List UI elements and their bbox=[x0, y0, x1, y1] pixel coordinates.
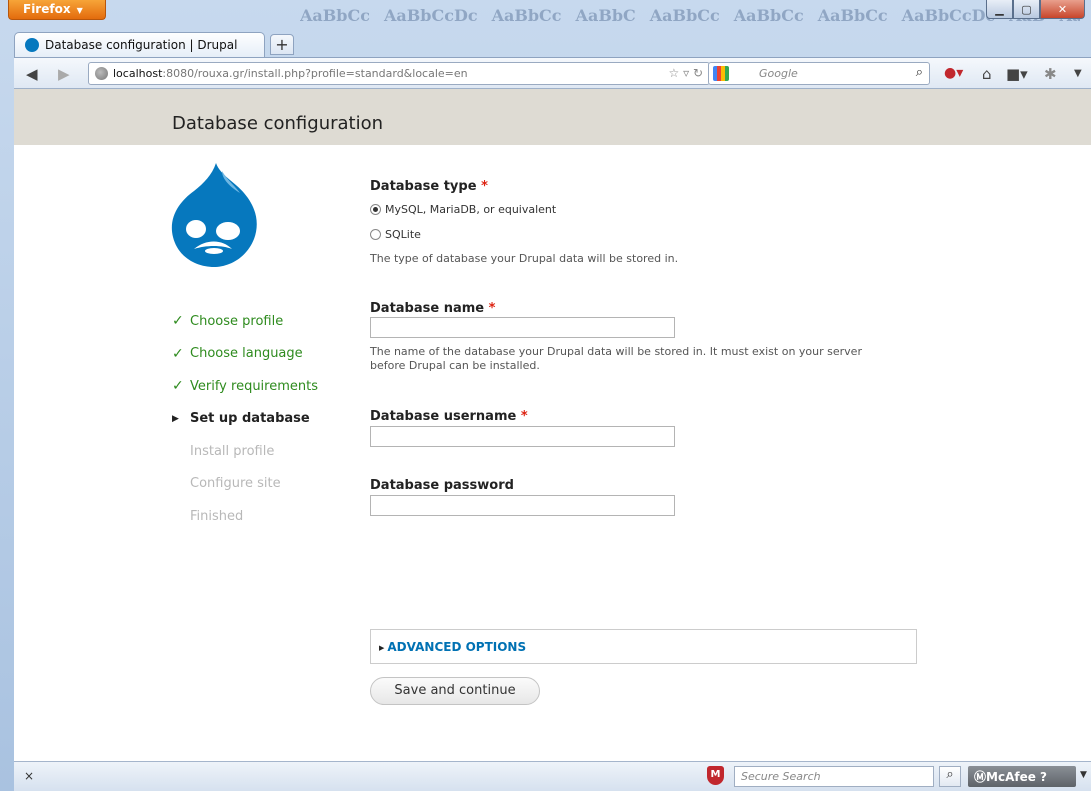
mcafee-button[interactable]: ⓂMcAfee ? bbox=[968, 766, 1076, 787]
minimize-button[interactable]: ▁ bbox=[986, 0, 1013, 19]
db-password-label: Database password bbox=[370, 478, 514, 493]
radio-mysql[interactable]: MySQL, MariaDB, or equivalent bbox=[370, 203, 556, 216]
required-mark: * bbox=[520, 409, 528, 424]
forward-arrow-icon[interactable]: ▶ bbox=[58, 65, 70, 83]
status-bar: × M Secure Search ⌕ ⓂMcAfee ? ▼ bbox=[14, 761, 1091, 791]
ghost-style-sample: AaBbCc bbox=[817, 6, 888, 25]
current-step-arrow-icon: ▶ bbox=[172, 413, 179, 424]
advanced-options-fieldset[interactable]: ▶ ADVANCED OPTIONS bbox=[370, 629, 917, 664]
checkmark-icon: ✓ bbox=[172, 378, 184, 395]
ghost-style-sample: AaBbCcDc bbox=[383, 6, 478, 25]
required-mark: * bbox=[481, 179, 488, 194]
db-name-label: Database name * bbox=[370, 301, 495, 316]
page-title: Database configuration bbox=[172, 113, 384, 134]
checkmark-icon: ✓ bbox=[172, 345, 184, 362]
search-placeholder: Google bbox=[759, 67, 798, 80]
drupal-logo bbox=[171, 163, 257, 267]
home-icon[interactable]: ⌂ bbox=[982, 65, 992, 83]
install-step-label: Configure site bbox=[190, 476, 281, 492]
checkmark-icon: ✓ bbox=[172, 313, 184, 330]
background-window-ghost: AaBbCc AaBbCcDc AaBbCc AaBbC AaBbCc AaBbCc AaB… bbox=[300, 6, 1080, 32]
install-step-label: Verify requirements bbox=[190, 378, 319, 394]
radio-mysql-control[interactable] bbox=[370, 204, 381, 215]
install-step-label: Finished bbox=[190, 508, 244, 524]
db-type-label: Database type * bbox=[370, 179, 488, 194]
db-name-label-text: Database name bbox=[370, 301, 485, 316]
db-username-label-text: Database username bbox=[370, 409, 517, 424]
search-bar[interactable]: Google ⌕ bbox=[708, 62, 930, 85]
required-mark: * bbox=[488, 301, 496, 316]
firefox-menu-button[interactable]: Firefox ▼ bbox=[8, 0, 106, 20]
install-step-label: Install profile bbox=[190, 443, 275, 459]
mcafee-shield-icon[interactable]: M bbox=[707, 766, 724, 785]
save-and-continue-button[interactable]: Save and continue bbox=[370, 677, 540, 705]
addon-icon[interactable]: ✱ bbox=[1044, 65, 1057, 83]
db-username-input[interactable] bbox=[370, 426, 675, 447]
ghost-style-sample: AaBbC bbox=[575, 6, 636, 25]
db-password-input[interactable] bbox=[370, 495, 675, 516]
install-step-set-up-database: ▶ Set up database bbox=[172, 403, 318, 436]
new-tab-button[interactable]: + bbox=[270, 34, 294, 55]
page-header: Database configuration bbox=[14, 89, 1091, 145]
chevron-down-icon[interactable]: ▼ bbox=[1080, 770, 1087, 780]
url-path: :8080/rouxa.gr/install.php?profile=stand… bbox=[162, 67, 468, 80]
db-username-label: Database username * bbox=[370, 409, 528, 424]
install-step-label: Choose profile bbox=[190, 313, 284, 329]
db-name-description: The name of the database your Drupal dat… bbox=[370, 345, 862, 372]
maximize-button[interactable]: ▢ bbox=[1013, 0, 1040, 19]
search-icon[interactable]: ⌕ bbox=[916, 65, 923, 80]
db-name-input[interactable] bbox=[370, 317, 675, 338]
close-window-button[interactable]: ✕ bbox=[1040, 0, 1085, 19]
navigation-toolbar: ◀ ▶ localhost:8080/rouxa.gr/install.php?… bbox=[14, 57, 1091, 89]
bookmark-star-icon[interactable]: ☆ ▿ ↻ bbox=[669, 66, 703, 80]
ghost-style-sample: AaBbCc bbox=[649, 6, 720, 25]
ghost-style-sample: AaBbCcDc bbox=[901, 6, 996, 25]
radio-sqlite-control[interactable] bbox=[370, 229, 381, 240]
ghost-style-sample: AaBbCc bbox=[733, 6, 804, 25]
url-host: localhost bbox=[113, 67, 163, 80]
db-type-description: The type of database your Drupal data wi… bbox=[370, 252, 679, 265]
expand-triangle-icon: ▶ bbox=[379, 644, 385, 652]
radio-sqlite[interactable]: SQLite bbox=[370, 228, 421, 241]
back-arrow-icon[interactable]: ◀ bbox=[26, 65, 38, 83]
tab-title: Database configuration | Drupal bbox=[45, 38, 238, 52]
install-step-finished: Finished bbox=[172, 500, 318, 533]
page-content: Database configuration ✓ Choose profile ✓ C… bbox=[14, 89, 1091, 761]
browser-window: AaBbCc AaBbCcDc AaBbCc AaBbC AaBbCc AaBbCc AaB… bbox=[0, 0, 1091, 791]
google-search-engine-icon[interactable] bbox=[713, 66, 729, 81]
radio-sqlite-label[interactable]: SQLite bbox=[385, 228, 421, 241]
adblock-icon[interactable]: ●▾ bbox=[944, 65, 963, 81]
install-step-verify-requirements: ✓ Verify requirements bbox=[172, 370, 318, 403]
window-controls: ▁ ▢ ✕ bbox=[986, 0, 1085, 19]
install-step-configure-site: Configure site bbox=[172, 468, 318, 501]
url-bar[interactable]: localhost:8080/rouxa.gr/install.php?prof… bbox=[88, 62, 710, 85]
install-step-choose-language: ✓ Choose language bbox=[172, 338, 318, 371]
secure-search-input[interactable]: Secure Search bbox=[734, 766, 934, 787]
title-bar: AaBbCc AaBbCcDc AaBbCc AaBbC AaBbCc AaBbCc AaB… bbox=[0, 0, 1091, 30]
advanced-options-link[interactable]: ADVANCED OPTIONS bbox=[387, 640, 526, 654]
install-step-label: Choose language bbox=[190, 346, 303, 362]
install-step-install-profile: Install profile bbox=[172, 435, 318, 468]
drupal-favicon-icon bbox=[25, 38, 39, 52]
install-step-label: Set up database bbox=[190, 411, 310, 427]
site-identity-icon[interactable] bbox=[95, 67, 108, 80]
secure-search-icon[interactable]: ⌕ bbox=[939, 766, 961, 787]
mcafee-label: McAfee bbox=[986, 770, 1036, 784]
firefox-menu-label: Firefox bbox=[23, 2, 71, 16]
install-step-choose-profile: ✓ Choose profile bbox=[172, 305, 318, 338]
bookmarks-menu-icon[interactable]: ■▾ bbox=[1006, 65, 1028, 83]
radio-mysql-label[interactable]: MySQL, MariaDB, or equivalent bbox=[385, 203, 556, 216]
chevron-down-icon: ▼ bbox=[76, 6, 83, 15]
db-type-label-text: Database type bbox=[370, 179, 477, 194]
close-addon-bar-button[interactable]: × bbox=[24, 769, 34, 783]
tab-database-configuration[interactable]: Database configuration | Drupal bbox=[14, 32, 265, 57]
ghost-style-sample: AaBbCc bbox=[491, 6, 562, 25]
install-steps: ✓ Choose profile ✓ Choose language ✓ Verify r… bbox=[172, 305, 318, 533]
help-icon[interactable]: ? bbox=[1040, 770, 1047, 784]
toolbar-overflow-icon[interactable]: ▼ bbox=[1074, 68, 1082, 79]
ghost-style-sample: AaBbCc bbox=[300, 6, 370, 25]
